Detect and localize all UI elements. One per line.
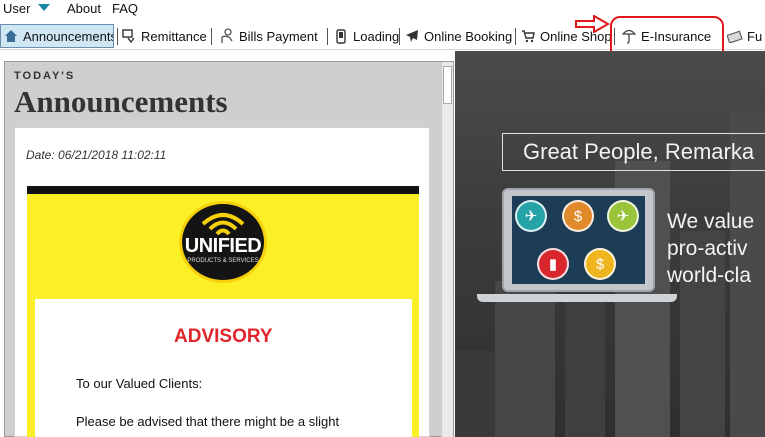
tab-remittance[interactable]: Remittance [121,24,209,48]
divider [27,186,419,194]
advisory-body: Please be advised that there might be a … [76,414,340,429]
laptop-illustration: ✈ $ ✈ ▮ $ [502,188,655,292]
tab-label: Bills Payment [239,28,318,44]
advisory-title: ADVISORY [174,326,273,347]
home-icon [3,28,19,44]
tab-label: Loading [353,28,399,44]
tab-online-booking[interactable]: Online Booking [404,24,514,48]
hand-coin-icon [219,28,235,44]
laptop-base [477,294,677,302]
remittance-icon [121,28,137,44]
hand-coin-icon: $ [584,248,616,280]
panel-kicker: TODAY'S [14,70,76,82]
money-icon: $ [562,200,594,232]
hero-banner: Great People, Remarka ✈ $ ✈ ▮ $ We value… [455,51,765,437]
tab-loading[interactable]: Loading [333,24,399,48]
user-menu[interactable]: User [3,0,30,17]
hero-text-line: We value [667,210,755,233]
wifi-icon [201,213,245,236]
top-menubar: User About FAQ [0,0,765,17]
faq-menu[interactable]: FAQ [112,0,138,17]
hero-title: Great People, Remarka [502,133,765,171]
chevron-down-icon[interactable] [38,4,50,11]
phone-icon [333,28,349,44]
money-icon [727,28,743,44]
tab-label: Online Booking [424,28,513,44]
tab-bills-payment[interactable]: Bills Payment [219,24,325,48]
tab-label: Remittance [141,28,207,44]
panel-scrollbar[interactable] [441,62,453,437]
hero-text-line: pro-activ [667,237,748,260]
airplane-icon: ✈ [515,200,547,232]
scroll-thumb[interactable] [443,66,452,104]
phone-icon: ▮ [537,248,569,280]
tab-label: Announcements [23,28,114,44]
tab-label: Fu [747,28,763,44]
hero-text: We value pro-activ world-cla [667,208,754,289]
advisory-salutation: To our Valued Clients: [76,376,203,391]
hero-text-line: world-cla [667,264,752,287]
cart-icon [520,28,536,44]
unified-logo: UNIFIED PRODUCTS & SERVICES [179,201,267,283]
tab-announcements[interactable]: Announcements [0,24,114,48]
about-menu[interactable]: About [67,0,101,17]
announcement-date: Date: 06/21/2018 11:02:11 [26,148,167,162]
panel-title: Announcements [14,84,228,119]
logo-text: UNIFIED [184,235,262,257]
airplane-icon [404,28,420,44]
tab-funds[interactable]: Fu [727,24,765,48]
pointer-arrow-icon [575,15,610,33]
logo-subtext: PRODUCTS & SERVICES [187,258,259,264]
airplane-icon: ✈ [607,200,639,232]
